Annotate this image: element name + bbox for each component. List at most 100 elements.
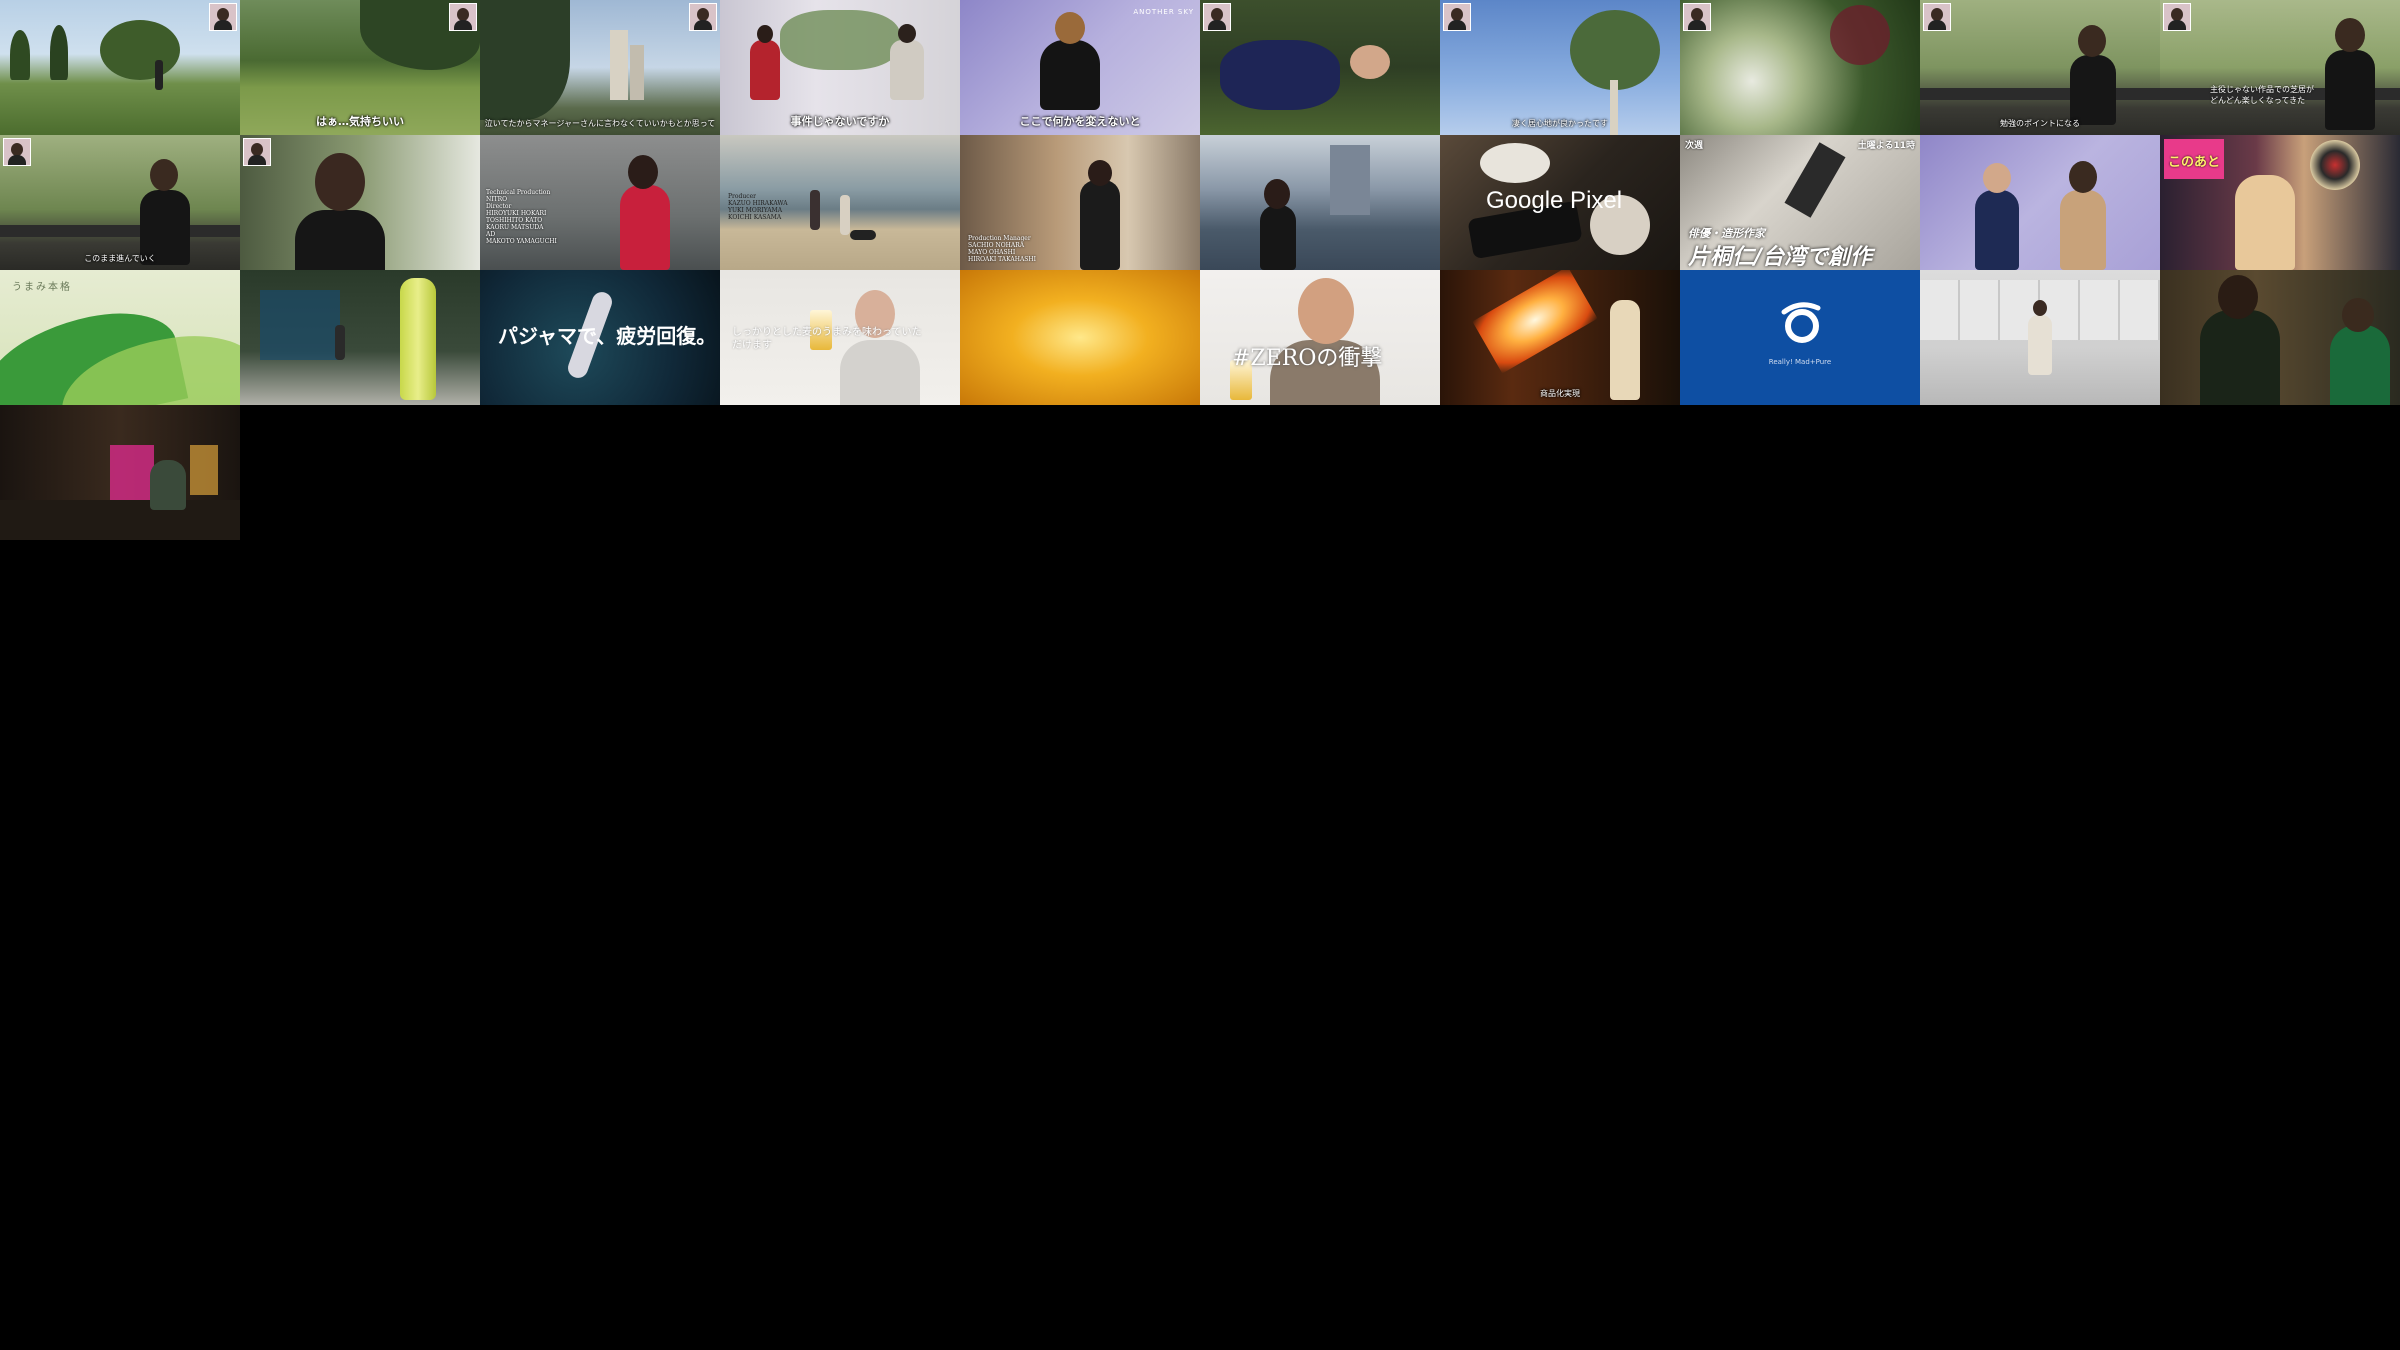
subtitle-caption: 勉強のポイントになる (2000, 119, 2080, 128)
credits-text: Producer KAZUO HIRAKAWA YUKI MORIYAMA KO… (728, 193, 788, 221)
thumbnail-19[interactable] (1920, 135, 2160, 270)
head (315, 153, 365, 211)
head (1088, 160, 1112, 186)
person-figure (840, 195, 850, 235)
thumbnail-13[interactable]: Technical Production NITRO Director HIRO… (480, 135, 720, 270)
pip-thumbnail (1923, 3, 1951, 31)
counter (0, 500, 240, 540)
subtitle-caption: 凄く居心地が良かったです (1512, 119, 1608, 128)
thumbnail-22[interactable] (240, 270, 480, 405)
thumbnail-9[interactable]: 勉強のポイントになる (1920, 0, 2160, 135)
person-suit (1975, 190, 2019, 270)
head (757, 25, 773, 43)
neon-sign (110, 445, 154, 500)
subtitle-caption: はぁ…気持ちいい (316, 115, 404, 128)
pip-thumbnail (209, 3, 237, 31)
subtitle-caption: このまま進んでいく (84, 254, 156, 263)
pip-thumbnail (2163, 3, 2191, 31)
pip-thumbnail (3, 138, 31, 166)
head (2078, 25, 2106, 57)
tagline: うまみ本格 (12, 282, 72, 293)
thumbnail-5[interactable]: ANOTHER SKY ここで何かを変えないと (960, 0, 1200, 135)
building (1330, 145, 1370, 215)
person-figure (150, 460, 186, 510)
thumbnail-4[interactable]: 事件じゃないですか (720, 0, 960, 135)
head (1983, 163, 2011, 193)
person-red-coat (620, 185, 670, 270)
person-body (1220, 40, 1340, 110)
building (610, 30, 628, 100)
thumbnail-17[interactable]: Google Pixel (1440, 135, 1680, 270)
thumbnail-15[interactable]: Production Manager SACHIO NOHARA MAYO OH… (960, 135, 1200, 270)
person-dress (2060, 190, 2106, 270)
thumbnail-30[interactable] (2160, 270, 2400, 405)
person-black-coat (1080, 180, 1120, 270)
thumbnail-1[interactable] (0, 0, 240, 135)
thumbnail-26[interactable]: #ZEROの衝撃 (1200, 270, 1440, 405)
head (1264, 179, 1290, 209)
tagline: Really! Mad+Pure (1768, 358, 1832, 366)
airtime: 土曜よる11時 (1857, 141, 1915, 151)
promo-text: このあと (2168, 155, 2221, 170)
bench-scene (0, 135, 240, 270)
studio-scene (1920, 135, 2160, 270)
subtitle-caption: 泣いてたからマネージャーさんに言わなくていいかもとか思って (484, 119, 716, 128)
palm-tree (10, 30, 30, 80)
golden-pour-scene (960, 270, 1200, 405)
pip-thumbnail (1443, 3, 1471, 31)
thumbnail-7[interactable]: 凄く居心地が良かったです (1440, 0, 1680, 135)
thumbnail-21[interactable]: うまみ本格 (0, 270, 240, 405)
person-figure (155, 60, 163, 90)
thumbnail-28[interactable]: Really! Mad+Pure (1680, 270, 1920, 405)
palm-tree (50, 25, 68, 80)
lamp (190, 445, 218, 495)
program-logo: ANOTHER SKY (1133, 8, 1194, 16)
subtitle-caption: 商品化実現 (1540, 389, 1580, 398)
pip-thumbnail (1203, 3, 1231, 31)
head (150, 159, 178, 191)
tree (1570, 10, 1660, 90)
subtitle-caption: ここで何かを変えないと (1019, 115, 1141, 128)
thumbnail-23[interactable]: パジャマで、疲労回復。 (480, 270, 720, 405)
dog (850, 230, 876, 240)
headline: パジャマで、疲労回復。 (498, 324, 717, 348)
thumbnail-8[interactable] (1680, 0, 1920, 135)
person-black-dress (2070, 55, 2116, 125)
red-plant (1830, 5, 1890, 65)
thumbnail-16[interactable] (1200, 135, 1440, 270)
thumbnail-10[interactable]: 主役じゃない作品での芝居が どんどん楽しくなってきた (2160, 0, 2400, 135)
thumbnail-18[interactable]: 次週 土曜よる11時 俳優・造形作家 片桐仁/台湾で創作 (1680, 135, 1920, 270)
brand-logo: Google Pixel (1486, 187, 1623, 214)
thumbnail-14[interactable]: Producer KAZUO HIRAKAWA YUKI MORIYAMA KO… (720, 135, 960, 270)
thumbnail-12[interactable] (240, 135, 480, 270)
thumbnail-29[interactable] (1920, 270, 2160, 405)
thumbnail-20[interactable]: このあと (2160, 135, 2400, 270)
thumbnail-3[interactable]: 泣いてたからマネージャーさんに言わなくていいかもとか思って (480, 0, 720, 135)
bench-scene (1920, 0, 2160, 135)
thumbnail-27[interactable]: 商品化実現 (1440, 270, 1680, 405)
tree (100, 20, 180, 80)
thumbnail-25[interactable] (960, 270, 1200, 405)
person-black-dress (1040, 40, 1100, 110)
thumbnail-11[interactable]: このまま進んでいく (0, 135, 240, 270)
plants (780, 10, 900, 70)
head (628, 155, 658, 189)
person-man (890, 40, 924, 100)
storefront (260, 290, 340, 360)
person-red (750, 40, 780, 100)
thumbnail-2[interactable]: はぁ…気持ちいい (240, 0, 480, 135)
thumbnail-24[interactable]: しっかりとした麦のうまみを味わっていただけます (720, 270, 960, 405)
head (2069, 161, 2097, 193)
asahi-logo-icon (1781, 302, 1821, 343)
thumbnail-6[interactable] (1200, 0, 1440, 135)
river-scene (1200, 135, 1440, 270)
thumbnail-31[interactable] (0, 405, 240, 540)
headline: 片桐仁/台湾で創作 (1688, 245, 1873, 270)
dartboard (2310, 140, 2360, 190)
tea-bottle (400, 278, 436, 400)
head (2335, 18, 2365, 52)
person-blonde (2235, 175, 2295, 270)
head (1055, 12, 1085, 44)
next-label: 次週 (1685, 141, 1704, 151)
head (898, 24, 916, 43)
